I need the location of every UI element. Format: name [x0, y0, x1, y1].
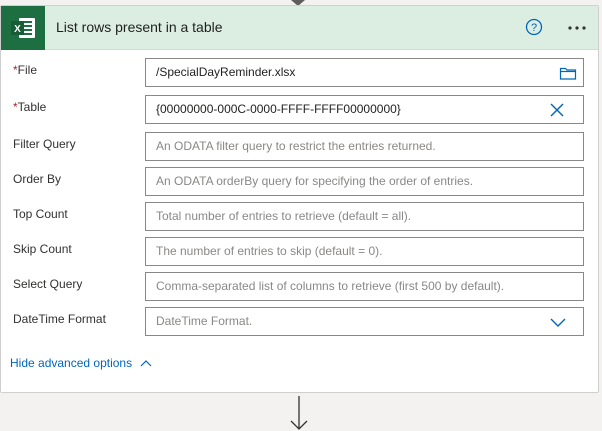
svg-text:X: X	[14, 24, 21, 35]
filter-query-label: Filter Query	[13, 137, 76, 151]
help-icon[interactable]: ?	[525, 18, 543, 36]
order-by-label: Order By	[13, 172, 62, 186]
card-header[interactable]: X List rows present in a table ?	[1, 6, 598, 50]
filter-query-input[interactable]: An ODATA filter query to restrict the en…	[145, 132, 584, 161]
ellipsis-icon[interactable]	[564, 15, 590, 41]
datetime-format-label: DateTime Format	[13, 312, 106, 326]
chevron-down-icon[interactable]	[549, 314, 567, 330]
skip-count-label: Skip Count	[13, 242, 72, 256]
select-query-input[interactable]: Comma-separated list of columns to retri…	[145, 272, 584, 301]
card-title: List rows present in a table	[56, 19, 223, 35]
clear-icon[interactable]	[548, 102, 566, 118]
file-field[interactable]: /SpecialDayReminder.xlsx	[145, 58, 584, 87]
chevron-up-icon	[140, 360, 152, 367]
top-count-input[interactable]: Total number of entries to retrieve (def…	[145, 202, 584, 231]
skip-count-input[interactable]: The number of entries to skip (default =…	[145, 237, 584, 266]
file-label: *File	[13, 63, 38, 77]
table-field[interactable]: {00000000-000C-0000-FFFF-FFFF00000000}	[145, 95, 584, 124]
select-query-label: Select Query	[13, 277, 83, 291]
top-count-label: Top Count	[13, 207, 68, 221]
table-label: *Table	[13, 100, 47, 114]
excel-icon: X	[1, 6, 45, 50]
datetime-format-select[interactable]: DateTime Format.	[145, 307, 584, 336]
bottom-connector-arrow	[290, 396, 308, 430]
svg-text:?: ?	[531, 22, 537, 34]
folder-icon[interactable]	[559, 65, 577, 81]
hide-advanced-options-label: Hide advanced options	[10, 356, 133, 370]
order-by-input[interactable]: An ODATA orderBy query for specifying th…	[145, 167, 584, 196]
hide-advanced-options-link[interactable]: Hide advanced options	[10, 356, 152, 370]
